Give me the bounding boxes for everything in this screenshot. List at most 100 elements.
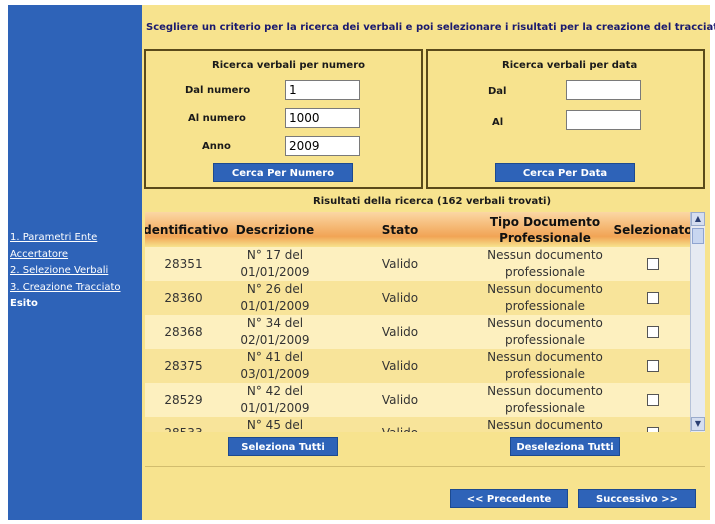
cell-status: Valido	[381, 256, 419, 271]
row-checkbox[interactable]	[647, 258, 659, 270]
row-checkbox[interactable]	[647, 326, 659, 338]
divider	[145, 466, 705, 467]
cell-selected	[615, 417, 691, 432]
page: 1. Parametri Ente Accertatore 2. Selezio…	[0, 0, 715, 524]
table-row: 28360 N° 26 del 01/01/2009 Valido Nessun …	[145, 281, 690, 315]
cell-id: 28533	[145, 417, 222, 432]
step-2-link[interactable]: 2. Selezione Verbali	[10, 263, 140, 280]
deselect-all-button[interactable]: Deseleziona Tutti	[510, 437, 620, 456]
column-header-identificativo: Identificativo	[145, 222, 229, 237]
cell-document-type: Nessun documento professionale	[480, 247, 610, 281]
step-1-link[interactable]: 1. Parametri Ente	[10, 230, 140, 247]
cell-id: 28351	[164, 256, 203, 271]
document-type-line1: Nessun documento	[487, 282, 603, 296]
search-by-date-button[interactable]: Cerca Per Data	[495, 163, 635, 182]
table-row: 28533 N° 45 del Valido Nessun documento	[145, 417, 690, 432]
cell-status: Valido	[381, 324, 419, 339]
document-type-line2: professionale	[504, 265, 586, 279]
step-3-link[interactable]: 3. Creazione Tracciato	[10, 280, 140, 297]
row-checkbox[interactable]	[647, 292, 659, 304]
step-1-link-continued[interactable]: Accertatore	[10, 247, 140, 264]
document-type-line2: professionale	[504, 401, 586, 415]
description-line2: 03/01/2009	[240, 367, 310, 381]
document-type-line2: professionale	[504, 299, 586, 313]
description-line1: N° 17 del	[246, 248, 304, 262]
cell-description: N° 26 del 01/01/2009	[225, 281, 325, 315]
cell-status: Valido	[381, 392, 419, 407]
cell-selected	[615, 281, 691, 315]
cell-selected	[615, 247, 691, 281]
results-table: Identificativo Descrizione Stato Tipo Do…	[145, 212, 705, 432]
cell-description: N° 34 del 02/01/2009	[225, 315, 325, 349]
row-checkbox[interactable]	[647, 394, 659, 406]
select-all-button[interactable]: Seleziona Tutti	[228, 437, 338, 456]
table-header: Identificativo Descrizione Stato Tipo Do…	[145, 212, 693, 247]
table-row: 28351 N° 17 del 01/01/2009 Valido Nessun …	[145, 247, 690, 281]
document-type-line1: Nessun documento	[487, 316, 603, 330]
cell-status: Valido	[340, 417, 460, 432]
column-header-descrizione: Descrizione	[235, 222, 315, 237]
date-from-input[interactable]	[566, 80, 641, 100]
step-current-esito: Esito	[10, 298, 38, 309]
year-label: Anno	[202, 141, 231, 152]
row-checkbox[interactable]	[647, 360, 659, 372]
table-row: 28529 N° 42 del 01/01/2009 Valido Nessun …	[145, 383, 690, 417]
from-number-label: Dal numero	[185, 85, 251, 96]
description-line2: 01/01/2009	[240, 299, 310, 313]
cell-status: Valido	[381, 290, 419, 305]
cell-id: 28368	[164, 324, 203, 339]
cell-document-type: Nessun documento professionale	[480, 349, 610, 383]
document-type-line1: Nessun documento	[487, 418, 603, 432]
to-number-label: Al numero	[188, 113, 246, 124]
cell-selected	[615, 383, 691, 417]
date-from-label: Dal	[488, 86, 507, 97]
description-line1: N° 34 del	[246, 316, 304, 330]
cell-id: 28375	[164, 358, 203, 373]
cell-selected	[615, 349, 691, 383]
scroll-down-icon[interactable]: ▼	[691, 417, 705, 431]
cell-description: N° 17 del 01/01/2009	[225, 247, 325, 281]
date-to-input[interactable]	[566, 110, 641, 130]
cell-document-type: Nessun documento professionale	[480, 383, 610, 417]
results-title: Risultati della ricerca (162 verbali tro…	[313, 196, 552, 207]
search-by-number-button[interactable]: Cerca Per Numero	[213, 163, 353, 182]
document-type-line1: Nessun documento	[487, 384, 603, 398]
instruction-text: Scegliere un criterio per la ricerca dei…	[146, 22, 715, 33]
description-line2: 02/01/2009	[240, 333, 310, 347]
cell-description: N° 41 del 03/01/2009	[225, 349, 325, 383]
description-line1: N° 42 del	[246, 384, 304, 398]
document-type-line1: Nessun documento	[487, 248, 603, 262]
description-line2: 01/01/2009	[240, 265, 310, 279]
row-checkbox[interactable]	[647, 427, 659, 432]
scroll-up-icon[interactable]: ▲	[691, 212, 705, 226]
description-line2: 01/01/2009	[240, 401, 310, 415]
cell-description: N° 42 del 01/01/2009	[225, 383, 325, 417]
from-number-input[interactable]	[285, 80, 360, 100]
wizard-steps: 1. Parametri Ente Accertatore 2. Selezio…	[10, 230, 140, 313]
cell-document-type: Nessun documento	[480, 417, 610, 432]
to-number-input[interactable]	[285, 108, 360, 128]
year-input[interactable]	[285, 136, 360, 156]
search-by-number-title: Ricerca verbali per numero	[212, 60, 365, 71]
scrollbar-thumb[interactable]	[692, 228, 704, 244]
column-header-stato: Stato	[381, 222, 419, 237]
next-button[interactable]: Successivo >>	[578, 489, 696, 508]
table-row: 28368 N° 34 del 02/01/2009 Valido Nessun …	[145, 315, 690, 349]
description-line1: N° 41 del	[246, 350, 304, 364]
document-type-line2: professionale	[504, 367, 586, 381]
search-by-date-title: Ricerca verbali per data	[502, 60, 638, 71]
cell-status: Valido	[381, 358, 419, 373]
previous-button[interactable]: << Precedente	[450, 489, 568, 508]
cell-selected	[615, 315, 691, 349]
document-type-line2: professionale	[504, 333, 586, 347]
description-line1: N° 45 del	[246, 418, 304, 432]
date-to-label: Al	[492, 117, 504, 128]
cell-document-type: Nessun documento professionale	[480, 281, 610, 315]
cell-id: 28360	[164, 290, 203, 305]
document-type-line1: Nessun documento	[487, 350, 603, 364]
cell-document-type: Nessun documento professionale	[480, 315, 610, 349]
results-scrollbar[interactable]: ▲ ▼	[690, 212, 705, 432]
description-line1: N° 26 del	[246, 282, 304, 296]
cell-description: N° 45 del	[225, 417, 325, 432]
table-row: 28375 N° 41 del 03/01/2009 Valido Nessun …	[145, 349, 690, 383]
